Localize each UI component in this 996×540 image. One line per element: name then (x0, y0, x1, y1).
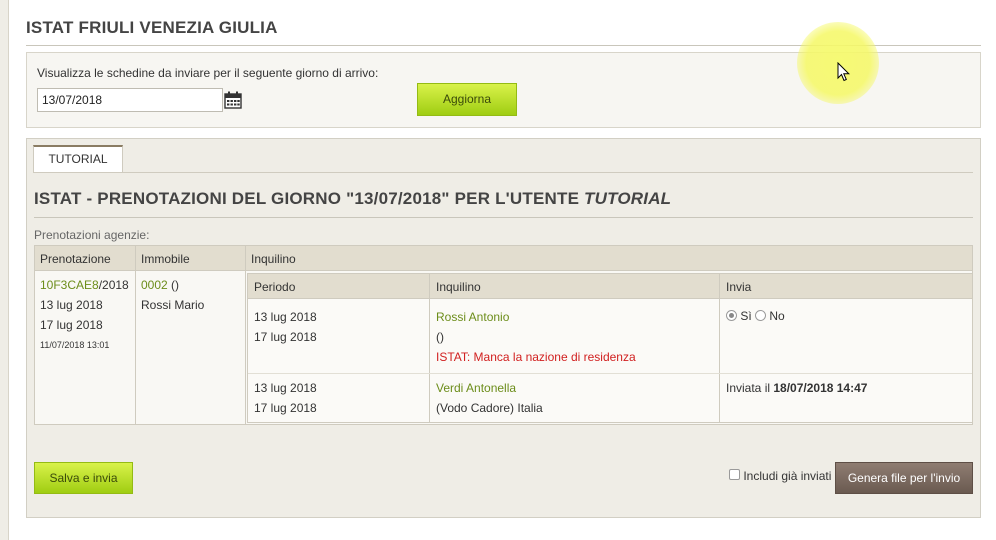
property-code-cell: 0002 () (141, 278, 179, 292)
sent-status-label: Inviata il (726, 381, 774, 395)
send-no-label: No (769, 309, 785, 323)
section-title-prefix: ISTAT - PRENOTAZIONI DEL GIORNO "13/07/2… (34, 189, 585, 208)
tenant-name-link[interactable]: Rossi Antonio (436, 310, 509, 324)
sent-status-date: 18/07/2018 14:47 (773, 381, 868, 395)
tab-tutorial[interactable]: TUTORIAL (33, 145, 123, 173)
tenant-error-message: ISTAT: Manca la nazione di residenza (436, 350, 636, 364)
column-header-send: Invia (726, 280, 752, 294)
property-code-suffix: () (167, 278, 180, 292)
include-sent-label: Includi già inviati (743, 469, 832, 483)
mouse-cursor-icon (837, 62, 851, 82)
agency-bookings-label: Prenotazioni agenzie: (34, 228, 150, 242)
tenant-detail: () (436, 330, 444, 344)
tab-divider (33, 172, 973, 173)
column-divider (135, 271, 136, 425)
booking-date-to: 17 lug 2018 (40, 318, 103, 332)
send-yes-label: Sì (740, 309, 752, 323)
booking-code-year: /2018 (98, 278, 129, 292)
column-header-property: Immobile (141, 252, 190, 266)
column-divider (719, 274, 720, 422)
bookings-table-header: Prenotazione Immobile Inquilino (34, 245, 973, 272)
column-divider (429, 274, 430, 422)
date-filter-label: Visualizza le schedine da inviare per il… (37, 66, 379, 80)
include-sent-option: Includi già inviati (729, 469, 831, 483)
column-header-tenant: Inquilino (251, 252, 296, 266)
column-header-booking: Prenotazione (40, 252, 111, 266)
left-edge-strip (0, 0, 9, 540)
property-owner: Rossi Mario (141, 298, 205, 312)
header-divider (135, 246, 136, 272)
tenant-period-from: 13 lug 2018 (254, 381, 317, 395)
row-divider (248, 373, 972, 374)
generate-file-button[interactable]: Genera file per l'invio (835, 462, 973, 494)
column-header-period: Periodo (254, 280, 296, 294)
save-and-send-button[interactable]: Salva e invia (34, 462, 133, 494)
send-yes-radio[interactable] (726, 310, 737, 321)
tenant-period-from: 13 lug 2018 (254, 310, 317, 324)
bookings-table: Prenotazione Immobile Inquilino 10F3CAE8… (34, 245, 973, 425)
table-row: 10F3CAE8/2018 13 lug 2018 17 lug 2018 11… (34, 271, 973, 425)
send-radio-group: Sì No (726, 309, 785, 323)
booking-created-timestamp: 11/07/2018 13:01 (40, 340, 110, 350)
column-divider (245, 271, 246, 425)
include-sent-checkbox[interactable] (729, 469, 740, 480)
booking-code-cell: 10F3CAE8/2018 (40, 278, 129, 292)
booking-date-from: 13 lug 2018 (40, 298, 103, 312)
section-title-user: TUTORIAL (584, 189, 672, 208)
tenants-table-header: Periodo Inquilino Invia (248, 274, 972, 299)
bookings-panel: TUTORIAL ISTAT - PRENOTAZIONI DEL GIORNO… (26, 138, 981, 518)
page-title: ISTAT FRIULI VENEZIA GIULIA (26, 18, 278, 37)
tenants-table: Periodo Inquilino Invia 13 lug 2018 17 l… (247, 273, 973, 423)
tenant-detail: (Vodo Cadore) Italia (436, 401, 543, 415)
section-divider (34, 217, 973, 218)
tenant-period-to: 17 lug 2018 (254, 330, 317, 344)
tenant-name-link[interactable]: Verdi Antonella (436, 381, 516, 395)
send-no-radio[interactable] (755, 310, 767, 321)
section-title: ISTAT - PRENOTAZIONI DEL GIORNO "13/07/2… (34, 189, 671, 209)
tenant-period-to: 17 lug 2018 (254, 401, 317, 415)
update-button[interactable]: Aggiorna (417, 83, 517, 116)
sent-status: Inviata il 18/07/2018 14:47 (726, 381, 867, 395)
arrival-date-input[interactable] (37, 88, 223, 112)
column-header-tenant-name: Inquilino (436, 280, 481, 294)
header-divider (245, 246, 246, 272)
calendar-icon[interactable] (224, 91, 242, 109)
booking-code-link[interactable]: 10F3CAE8 (40, 278, 99, 292)
property-code-link[interactable]: 0002 (141, 278, 168, 292)
